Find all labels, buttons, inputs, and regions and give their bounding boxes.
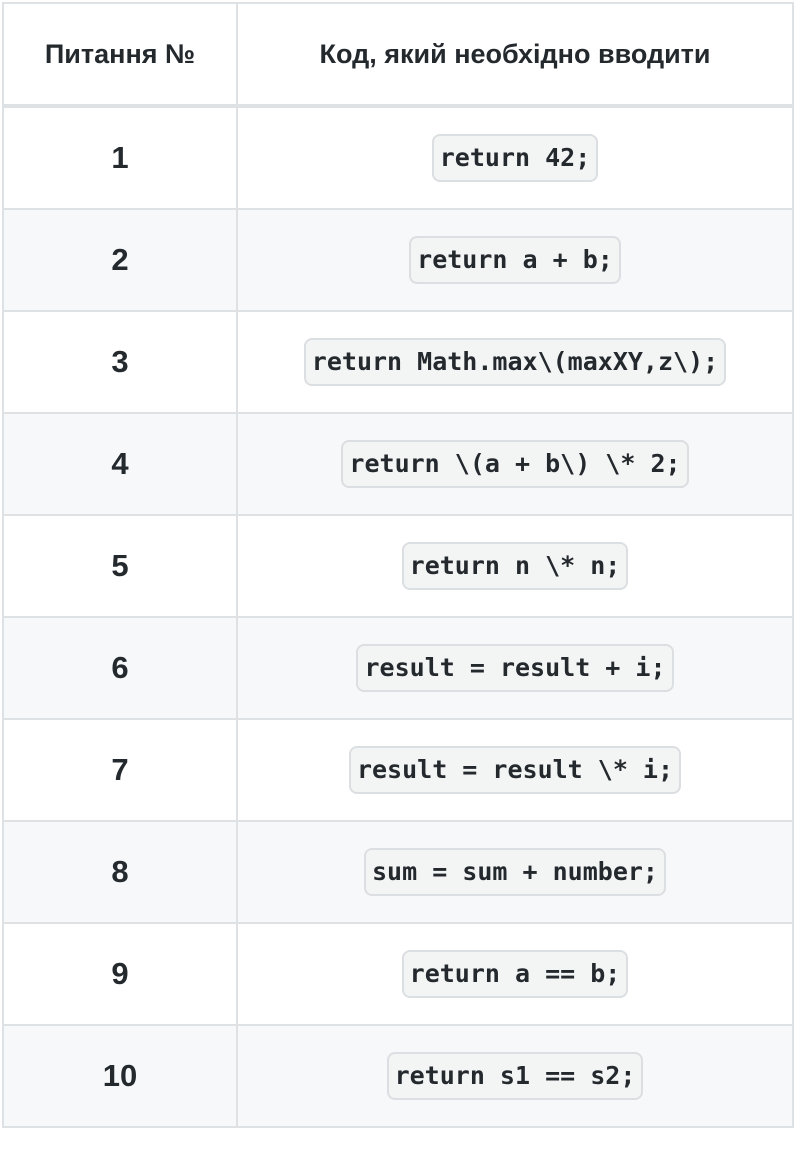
code-snippet: sum = sum + number; bbox=[364, 848, 666, 896]
code-snippet: result = result \* i; bbox=[348, 746, 682, 794]
code-snippet: return a + b; bbox=[409, 236, 621, 284]
table-row: 5 return n \* n; bbox=[2, 514, 794, 618]
question-number: 3 bbox=[2, 310, 238, 414]
table-row: 9 return a == b; bbox=[2, 922, 794, 1026]
table-row: 8 sum = sum + number; bbox=[2, 820, 794, 924]
question-number: 5 bbox=[2, 514, 238, 618]
question-number: 1 bbox=[2, 105, 238, 210]
header-code-to-enter: Код, який необхідно вводити bbox=[236, 2, 794, 108]
code-cell: return Math.max\(maxXY,z\); bbox=[236, 310, 794, 414]
question-number: 7 bbox=[2, 718, 238, 822]
table-row: 4 return \(a + b\) \* 2; bbox=[2, 412, 794, 516]
answers-table: Питання № Код, який необхідно вводити 1 … bbox=[2, 2, 794, 1128]
code-cell: return \(a + b\) \* 2; bbox=[236, 412, 794, 516]
question-number: 4 bbox=[2, 412, 238, 516]
code-snippet: return n \* n; bbox=[401, 542, 629, 590]
table-row: 1 return 42; bbox=[2, 105, 794, 210]
table-header-row: Питання № Код, який необхідно вводити bbox=[2, 2, 794, 108]
code-snippet: return 42; bbox=[431, 134, 599, 182]
table-row: 7 result = result \* i; bbox=[2, 718, 794, 822]
table-row: 6 result = result + i; bbox=[2, 616, 794, 720]
question-number: 10 bbox=[2, 1024, 238, 1128]
question-number: 8 bbox=[2, 820, 238, 924]
code-cell: return a == b; bbox=[236, 922, 794, 1026]
code-cell: return 42; bbox=[236, 105, 794, 210]
code-snippet: return Math.max\(maxXY,z\); bbox=[303, 338, 727, 386]
question-number: 2 bbox=[2, 208, 238, 312]
code-cell: return a + b; bbox=[236, 208, 794, 312]
question-number: 6 bbox=[2, 616, 238, 720]
table-row: 3 return Math.max\(maxXY,z\); bbox=[2, 310, 794, 414]
code-cell: return n \* n; bbox=[236, 514, 794, 618]
code-cell: return s1 == s2; bbox=[236, 1024, 794, 1128]
question-number: 9 bbox=[2, 922, 238, 1026]
table-row: 2 return a + b; bbox=[2, 208, 794, 312]
code-snippet: return s1 == s2; bbox=[386, 1052, 644, 1100]
code-snippet: return \(a + b\) \* 2; bbox=[341, 440, 689, 488]
header-question-number: Питання № bbox=[2, 2, 238, 108]
code-cell: result = result + i; bbox=[236, 616, 794, 720]
table-row: 10 return s1 == s2; bbox=[2, 1024, 794, 1128]
code-cell: sum = sum + number; bbox=[236, 820, 794, 924]
code-cell: result = result \* i; bbox=[236, 718, 794, 822]
code-snippet: return a == b; bbox=[401, 950, 629, 998]
code-snippet: result = result + i; bbox=[356, 644, 674, 692]
